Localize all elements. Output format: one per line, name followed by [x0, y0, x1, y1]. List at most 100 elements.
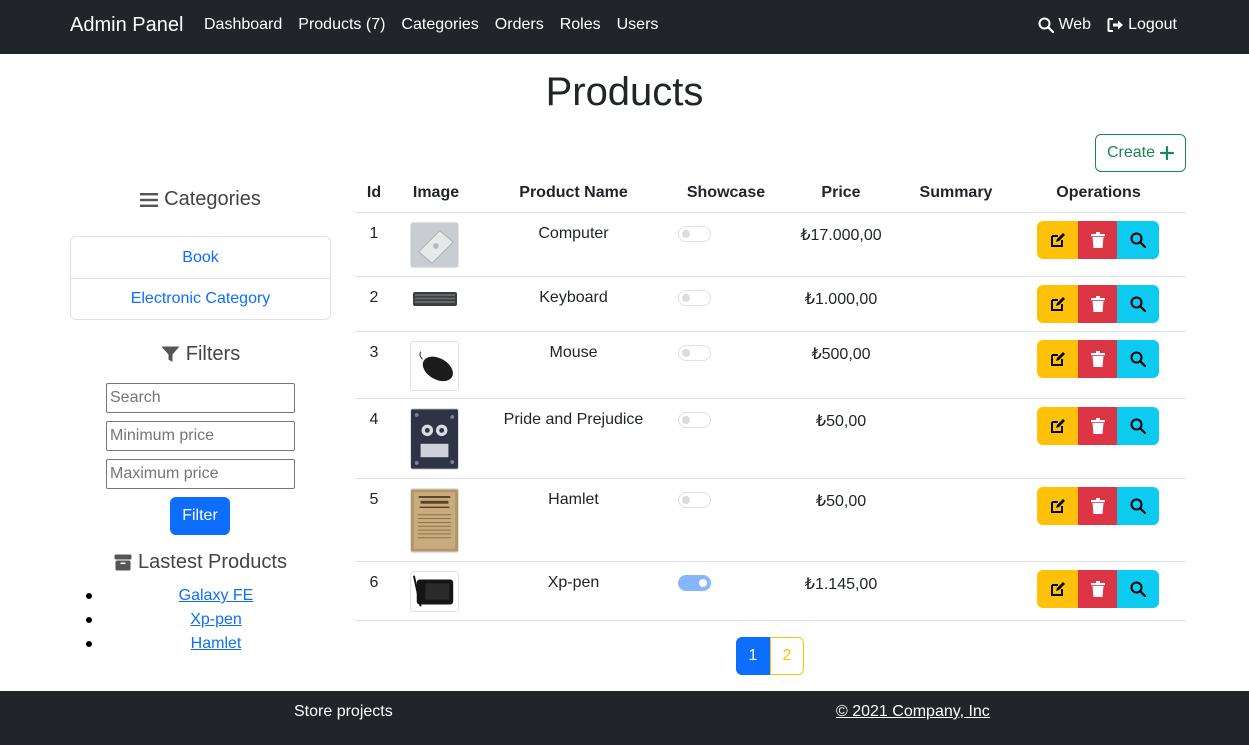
delete-button[interactable] — [1078, 570, 1117, 608]
showcase-toggle[interactable] — [678, 226, 711, 242]
edit-button[interactable] — [1037, 487, 1078, 525]
toggle-knob — [699, 579, 707, 587]
product-image — [410, 222, 459, 268]
latest-product-link[interactable]: Galaxy FE — [179, 587, 254, 604]
latest-product-link[interactable]: Xp-pen — [190, 611, 242, 628]
product-image — [410, 341, 459, 391]
footer-copyright-link[interactable]: © 2021 Company, Inc — [836, 703, 990, 721]
toggle-knob — [682, 416, 690, 424]
operations-group — [1037, 285, 1159, 323]
plus-icon — [1160, 146, 1175, 160]
operations-group — [1037, 570, 1159, 608]
category-item-electronic[interactable]: Electronic Category — [71, 278, 330, 319]
view-button[interactable] — [1117, 407, 1159, 445]
showcase-toggle[interactable] — [678, 345, 711, 361]
edit-icon — [1050, 582, 1065, 596]
edit-button[interactable] — [1037, 570, 1078, 608]
filters-heading: Filters — [70, 343, 331, 366]
edit-icon — [1050, 352, 1065, 366]
latest-products-heading: Lastest Products — [70, 551, 331, 574]
min-price-input[interactable] — [106, 421, 295, 451]
max-price-input[interactable] — [106, 459, 295, 489]
nav-right: Web Logout — [1038, 16, 1177, 34]
product-image — [410, 571, 459, 612]
latest-product-link[interactable]: Hamlet — [191, 635, 242, 652]
delete-button[interactable] — [1078, 407, 1117, 445]
bars-icon — [140, 192, 159, 207]
trash-icon — [1090, 296, 1105, 312]
logout-link[interactable]: Logout — [1107, 16, 1177, 34]
view-button[interactable] — [1117, 221, 1159, 259]
product-price: ₺50,00 — [815, 413, 867, 430]
header-product-name: Product Name — [519, 184, 628, 201]
trash-icon — [1090, 232, 1105, 248]
view-button[interactable] — [1117, 570, 1159, 608]
search-input[interactable] — [106, 383, 295, 413]
web-link[interactable]: Web — [1038, 16, 1091, 34]
edit-icon — [1050, 297, 1065, 311]
product-name: Computer — [538, 225, 609, 242]
search-icon — [1038, 17, 1055, 33]
edit-button[interactable] — [1037, 285, 1078, 323]
nav-link-dashboard[interactable]: Dashboard — [204, 16, 282, 34]
create-label: Create — [1106, 144, 1156, 161]
delete-button[interactable] — [1078, 221, 1117, 259]
pagination: 1 2 — [736, 637, 804, 675]
view-button[interactable] — [1117, 487, 1159, 525]
edit-button[interactable] — [1037, 340, 1078, 378]
showcase-toggle[interactable] — [678, 492, 711, 508]
edit-icon — [1050, 233, 1065, 247]
search-icon — [1130, 232, 1146, 248]
category-item-book[interactable]: Book — [71, 237, 330, 278]
toggle-knob — [682, 294, 690, 302]
operations-group — [1037, 340, 1159, 378]
operations-group — [1037, 407, 1159, 445]
filter-button[interactable]: Filter — [170, 497, 230, 535]
product-price: ₺50,00 — [815, 493, 867, 510]
funnel-icon — [161, 346, 180, 362]
showcase-toggle[interactable] — [678, 575, 711, 591]
nav-link-products[interactable]: Products (7) — [298, 16, 385, 34]
view-button[interactable] — [1117, 340, 1159, 378]
edit-icon — [1050, 499, 1065, 513]
product-price: ₺17.000,00 — [800, 227, 882, 244]
delete-button[interactable] — [1078, 285, 1117, 323]
product-price: ₺1.000,00 — [804, 291, 878, 308]
products-table: Id Image Product Name Showcase Price Sum… — [355, 174, 1186, 621]
view-button[interactable] — [1117, 285, 1159, 323]
categories-heading: Categories — [70, 188, 331, 211]
table-row: 5 Hamlet ₺50,00 — [355, 479, 1186, 562]
nav-link-orders[interactable]: Orders — [495, 16, 544, 34]
nav-link-categories[interactable]: Categories — [401, 16, 478, 34]
category-list: Book Electronic Category — [70, 236, 331, 320]
search-icon — [1130, 351, 1146, 367]
edit-button[interactable] — [1037, 221, 1078, 259]
brand-title[interactable]: Admin Panel — [70, 14, 183, 37]
product-image — [410, 488, 459, 553]
product-name: Keyboard — [539, 289, 608, 306]
row-id: 6 — [369, 574, 379, 591]
header-showcase: Showcase — [686, 184, 766, 201]
bullet — [86, 641, 92, 647]
trash-icon — [1090, 418, 1105, 434]
nav-link-users[interactable]: Users — [617, 16, 659, 34]
logout-icon — [1107, 18, 1124, 32]
filters-title: Filters — [185, 343, 241, 365]
product-price: ₺500,00 — [811, 346, 871, 363]
web-label: Web — [1058, 16, 1092, 33]
nav-link-roles[interactable]: Roles — [560, 16, 601, 34]
edit-button[interactable] — [1037, 407, 1078, 445]
toggle-knob — [682, 496, 690, 504]
page-link-1[interactable]: 1 — [736, 637, 770, 675]
page-link-2[interactable]: 2 — [770, 637, 804, 675]
delete-button[interactable] — [1078, 340, 1117, 378]
operations-group — [1037, 221, 1159, 259]
showcase-toggle[interactable] — [678, 412, 711, 428]
operations-group — [1037, 487, 1159, 525]
product-image — [410, 408, 459, 470]
create-button[interactable]: Create — [1095, 134, 1186, 172]
table-row: 4 Pride and Prejudice ₺50,00 — [355, 399, 1186, 479]
product-image — [410, 286, 459, 312]
delete-button[interactable] — [1078, 487, 1117, 525]
showcase-toggle[interactable] — [678, 290, 711, 306]
